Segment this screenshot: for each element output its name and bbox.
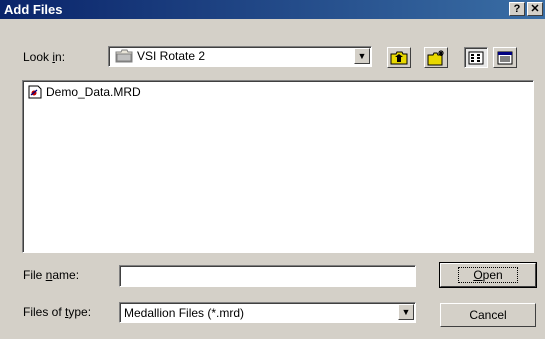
cancel-button[interactable]: Cancel — [440, 303, 536, 327]
help-button[interactable]: ? — [509, 2, 525, 16]
files-of-type-value: Medallion Files (*.mrd) — [124, 306, 245, 320]
details-view-button[interactable] — [493, 47, 517, 68]
new-folder-icon — [427, 49, 444, 65]
create-new-folder-button[interactable] — [424, 47, 448, 68]
up-one-level-button[interactable] — [387, 47, 411, 68]
file-name-input[interactable] — [119, 265, 416, 287]
title-bar: Add Files ? ✕ — [0, 0, 545, 19]
mrd-file-icon — [28, 85, 42, 99]
file-item-name: Demo_Data.MRD — [46, 85, 141, 99]
up-folder-icon — [390, 51, 408, 64]
window-title: Add Files — [4, 2, 63, 17]
file-list[interactable]: Demo_Data.MRD — [22, 80, 534, 253]
folder-icon — [115, 49, 133, 63]
files-of-type-label: Files of type: — [23, 305, 92, 319]
files-of-type-combo[interactable]: Medallion Files (*.mrd) ▼ — [119, 302, 416, 323]
details-view-icon — [497, 51, 513, 64]
file-name-label: File name: — [23, 268, 80, 282]
file-item[interactable]: Demo_Data.MRD — [28, 85, 141, 99]
list-view-icon — [468, 51, 484, 64]
look-in-dropdown-button[interactable]: ▼ — [354, 48, 370, 64]
look-in-label: Look in: — [23, 50, 66, 64]
look-in-value: VSI Rotate 2 — [137, 49, 206, 63]
look-in-combo[interactable]: VSI Rotate 2 ▼ — [108, 46, 372, 67]
open-button[interactable]: Open — [439, 262, 537, 288]
list-view-button[interactable] — [464, 47, 488, 68]
close-button[interactable]: ✕ — [527, 2, 543, 16]
files-of-type-dropdown-button[interactable]: ▼ — [398, 304, 414, 320]
